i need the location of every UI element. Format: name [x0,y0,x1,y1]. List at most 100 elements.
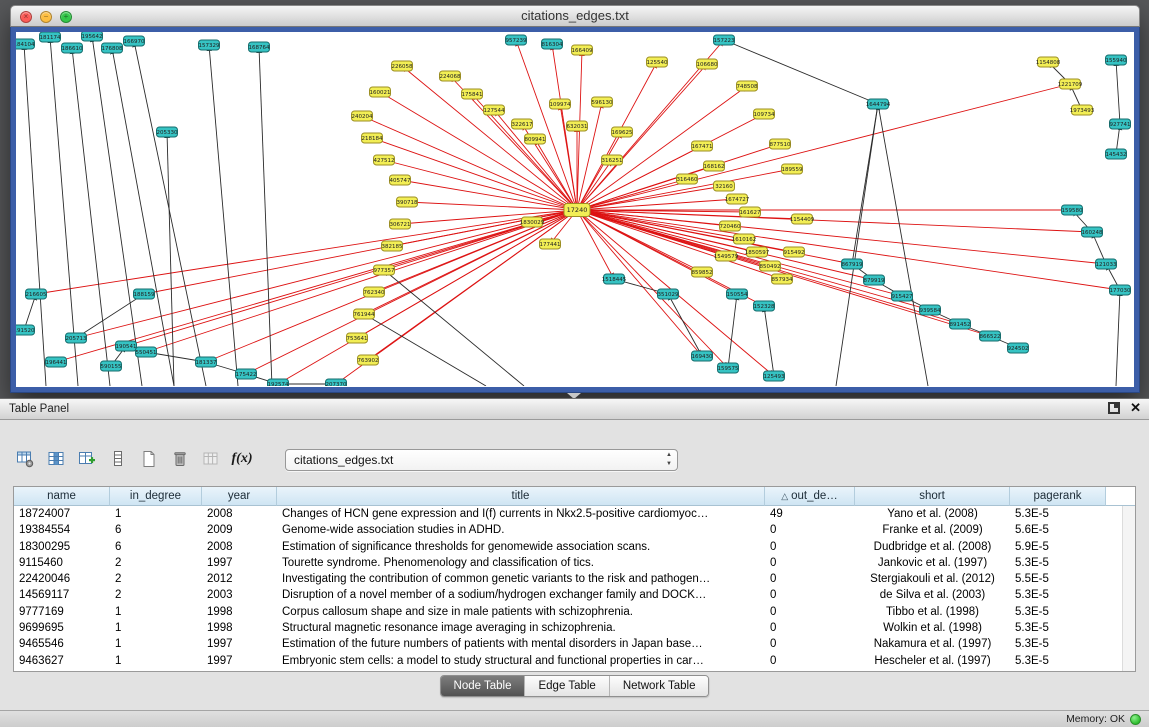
row-height-icon[interactable] [106,447,130,471]
graph-node[interactable]: 867919 [842,259,863,269]
graph-node[interactable]: 879919 [864,275,885,285]
graph-node[interactable]: 150554 [727,289,748,299]
graph-node[interactable]: 159575 [718,363,739,373]
graph-node[interactable]: 1154808 [1036,57,1061,67]
graph-node[interactable]: 316460 [677,174,698,184]
graph-node[interactable]: 924502 [1008,343,1029,353]
graph-node[interactable]: 240204 [352,111,373,121]
graph-node[interactable]: 753641 [347,333,368,343]
graph-node[interactable]: 720460 [720,221,741,231]
graph-node[interactable]: 977357 [374,265,395,275]
graph-node[interactable]: 761944 [354,309,375,319]
graph-node[interactable]: 866522 [980,331,1001,341]
graph-node[interactable]: 1610162 [732,234,757,244]
graph-node[interactable]: 17240 [564,204,590,217]
zoom-window-icon[interactable]: + [60,11,72,23]
minimize-window-icon[interactable]: − [40,11,52,23]
float-panel-icon[interactable] [1108,402,1120,414]
graph-node[interactable]: 190541 [116,341,137,351]
table-chooser-select[interactable]: citations_edges.txt ▲▼ [285,449,678,471]
citation-graph[interactable]: 17240 226058 160021 240204 218184 427512 40574… [16,32,1134,386]
graph-node[interactable]: 939584 [920,305,941,315]
graph-node[interactable]: 159580 [1062,205,1083,215]
graph-node[interactable]: 106680 [697,59,718,69]
graph-node[interactable]: 382185 [382,241,403,251]
graph-node[interactable]: 857934 [772,274,793,284]
graph-node[interactable]: 427512 [374,155,395,165]
graph-node[interactable]: 157223 [714,35,735,45]
graph-node[interactable]: 316251 [602,155,623,165]
graph-node[interactable]: 127544 [484,105,505,115]
table-row[interactable]: 946554611997Estimation of the future num… [14,636,1135,652]
graph-node[interactable]: 181174 [40,32,61,42]
table-row[interactable]: 2242004622012Investigating the contribut… [14,571,1135,587]
graph-node[interactable]: 218184 [362,133,383,143]
network-canvas[interactable]: 17240 226058 160021 240204 218184 427512 40574… [16,32,1134,387]
graph-node[interactable]: 748508 [737,81,758,91]
tab-node-table[interactable]: Node Table [441,676,525,696]
graph-node[interactable]: 1549579 [714,251,739,261]
column-header-out_de[interactable]: △out_de… [765,487,855,506]
graph-node[interactable]: 915492 [784,247,805,257]
window-titlebar[interactable]: × − + citations_edges.txt [10,5,1140,27]
graph-node[interactable]: 166970 [124,36,145,46]
graph-node[interactable]: 1973493 [1070,105,1095,115]
table-row[interactable]: 977716911998Corpus callosum shape and si… [14,604,1135,620]
graph-node[interactable]: 181337 [196,357,217,367]
graph-node[interactable]: 166409 [572,45,593,55]
table-row[interactable]: 911546021997Tourette syndrome. Phenomeno… [14,555,1135,571]
column-header-year[interactable]: year [202,487,277,506]
graph-node[interactable]: 596130 [592,97,613,107]
graph-node[interactable]: 405747 [390,175,411,185]
delete-table-icon[interactable] [168,447,192,471]
graph-node[interactable]: 160021 [370,87,391,97]
graph-node[interactable]: 224068 [440,71,461,81]
graph-node[interactable]: 351029 [658,289,679,299]
graph-node[interactable]: 191520 [16,325,35,335]
create-table-icon[interactable] [137,447,161,471]
tab-edge-table[interactable]: Edge Table [524,676,608,696]
column-header-pagerank[interactable]: pagerank [1010,487,1106,506]
column-header-in_degree[interactable]: in_degree [110,487,202,506]
table-row[interactable]: 1456911722003Disruption of a novel membe… [14,587,1135,603]
graph-node[interactable]: 927741 [1110,119,1131,129]
graph-node[interactable]: 155940 [1106,55,1127,65]
graph-node[interactable]: 590155 [101,361,122,371]
graph-node[interactable]: 632031 [567,121,588,131]
graph-node[interactable]: 205713 [66,333,87,343]
graph-node[interactable]: 195642 [82,32,103,41]
graph-node[interactable]: 390718 [397,197,418,207]
graph-node[interactable]: 145432 [1106,149,1127,159]
graph-node[interactable]: 177030 [1110,285,1131,295]
graph-node[interactable]: 175841 [462,89,483,99]
graph-node[interactable]: 550451 [136,347,157,357]
graph-node[interactable]: 189559 [782,164,803,174]
graph-node[interactable]: 177441 [540,239,561,249]
graph-node[interactable]: 168162 [704,161,725,171]
close-panel-icon[interactable]: ✕ [1130,402,1141,414]
graph-node[interactable]: 169430 [692,351,713,361]
graph-node[interactable]: 188159 [134,289,155,299]
graph-node[interactable]: 152328 [754,301,775,311]
graph-node[interactable]: 1154409 [790,214,815,224]
graph-node[interactable]: 161627 [740,207,761,217]
graph-node[interactable]: 1850597 [745,247,770,257]
graph-node[interactable]: 850492 [760,261,781,271]
graph-node[interactable]: 877510 [770,139,791,149]
graph-node[interactable]: 762340 [364,287,385,297]
create-column-icon[interactable] [75,447,99,471]
table-row[interactable]: 1830029562008Estimation of significance … [14,539,1135,555]
graph-node[interactable]: 1830029 [520,217,545,227]
graph-node[interactable]: 168764 [249,42,270,52]
graph-node[interactable]: 160248 [1082,227,1103,237]
table-row[interactable]: 1938455462009Genome-wide association stu… [14,522,1135,538]
graph-node[interactable]: 809941 [525,134,546,144]
graph-node[interactable]: 32160 [714,181,735,191]
graph-node[interactable]: 167471 [692,141,713,151]
graph-node[interactable]: 226058 [392,61,413,71]
graph-node[interactable]: 915427 [892,291,913,301]
graph-node[interactable]: 186610 [62,43,83,53]
graph-node[interactable]: 121033 [1096,259,1117,269]
graph-node[interactable]: 306721 [390,219,411,229]
graph-node[interactable]: 125493 [764,371,785,381]
